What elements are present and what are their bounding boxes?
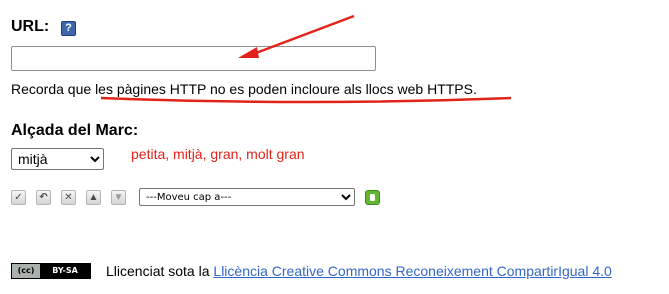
annotation-overlay bbox=[100, 14, 512, 104]
license-link[interactable]: Llicència Creative Commons Reconeixement… bbox=[213, 263, 611, 279]
url-label: URL: bbox=[11, 18, 50, 35]
note-prefix: Recorda que bbox=[11, 81, 96, 97]
move-up-icon[interactable]: ▲ bbox=[86, 190, 101, 205]
note-emphasis: les pàgines HTTP no es poden incloure al… bbox=[95, 81, 473, 97]
cc-by-sa-badge[interactable]: (cc) BY-SA bbox=[11, 263, 91, 279]
license-prefix: Llicenciat sota la bbox=[106, 263, 214, 279]
move-to-select[interactable]: ---Moveu cap a--- bbox=[139, 188, 355, 206]
note-suffix: . bbox=[473, 81, 477, 97]
frame-height-hint: petita, mitjà, gran, molt gran bbox=[131, 146, 305, 162]
move-down-icon[interactable]: ▼ bbox=[111, 190, 126, 205]
frame-height-label: Alçada del Marc: bbox=[11, 122, 139, 139]
undo-icon[interactable]: ↶ bbox=[36, 190, 51, 205]
url-input[interactable] bbox=[11, 46, 376, 71]
go-icon[interactable] bbox=[365, 190, 380, 205]
cc-badge-left: (cc) bbox=[12, 264, 40, 278]
annotation-underline bbox=[100, 96, 512, 104]
help-icon[interactable]: ? bbox=[61, 21, 76, 36]
frame-height-select[interactable]: mitjà bbox=[11, 148, 104, 170]
check-icon[interactable]: ✓ bbox=[11, 190, 26, 205]
delete-icon[interactable]: ✕ bbox=[61, 190, 76, 205]
https-note: Recorda que les pàgines HTTP no es poden… bbox=[11, 81, 477, 97]
cc-badge-right: BY-SA bbox=[52, 266, 78, 275]
license-text: Llicenciat sota la Llicència Creative Co… bbox=[106, 263, 612, 279]
